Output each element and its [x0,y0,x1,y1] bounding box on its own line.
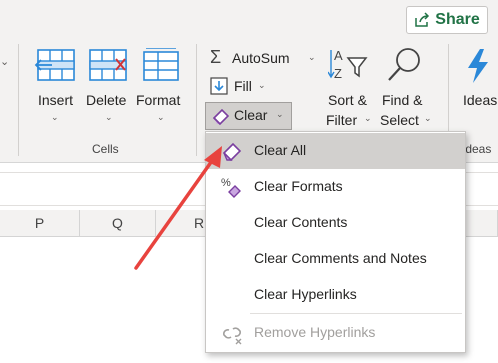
column-header-q[interactable]: Q [80,210,156,237]
svg-text:Z: Z [334,66,342,81]
find-select-button[interactable]: Find & Select ⌄ [378,46,434,130]
group-separator [18,44,19,156]
menu-item-clear-contents[interactable]: Clear Contents [206,205,465,241]
clear-dropdown-menu: Clear All % Clear Formats Clear Contents… [205,131,466,353]
sigma-icon: Σ [210,47,222,67]
ideas-group-label: Ideas [462,142,492,156]
autosum-dropdown-chevron[interactable]: ⌄ [308,52,316,63]
find-select-label-1: Find & [382,92,423,108]
sort-filter-dropdown-chevron[interactable]: ⌄ [364,113,372,124]
menu-item-clear-comments-notes[interactable]: Clear Comments and Notes [206,241,465,277]
format-button[interactable]: Format ⌄ [136,47,186,128]
fill-button[interactable]: Fill ⌄ [208,76,278,98]
find-select-dropdown-chevron[interactable]: ⌄ [424,113,432,124]
menu-item-label: Clear Comments and Notes [254,250,427,266]
menu-item-label: Remove Hyperlinks [254,324,376,340]
menu-item-clear-hyperlinks[interactable]: Clear Hyperlinks [206,277,465,313]
column-header-label: Q [112,215,123,231]
menu-separator [250,313,462,314]
clear-dropdown-chevron[interactable]: ⌄ [276,109,284,120]
format-label: Format [136,92,181,108]
delete-dropdown-chevron[interactable]: ⌄ [105,112,113,123]
column-header-label: P [34,215,45,231]
ideas-button[interactable]: Ideas [458,46,498,130]
column-header-label: R [194,215,205,231]
menu-item-label: Clear All [254,142,307,158]
svg-text:%: % [221,177,231,189]
sort-filter-icon: A Z [328,48,368,81]
format-dropdown-chevron[interactable]: ⌄ [157,112,165,123]
share-icon [415,12,430,27]
autosum-button[interactable]: Σ AutoSum ⌄ [208,47,318,70]
fill-down-icon [210,77,228,95]
delete-button[interactable]: Delete ⌄ [86,48,132,128]
column-header-p[interactable]: P [0,210,80,237]
eraser-icon [212,108,230,126]
delete-label: Delete [86,92,127,108]
group-separator [196,44,197,156]
insert-cells-icon [34,49,75,81]
menu-item-label: Clear Hyperlinks [254,286,357,302]
insert-label: Insert [38,92,74,108]
clear-button[interactable]: Clear ⌄ [205,102,292,130]
menu-item-label: Clear Formats [254,178,343,194]
insert-dropdown-chevron[interactable]: ⌄ [51,112,59,123]
fill-label: Fill [234,78,252,94]
format-cells-icon [143,47,179,81]
share-button[interactable]: Share [406,6,488,34]
search-icon [388,48,420,81]
svg-text:A: A [334,48,343,63]
ideas-label: Ideas [463,92,498,108]
eraser-icon [222,142,242,162]
sort-filter-button[interactable]: A Z Sort & Filter ⌄ [324,46,376,130]
menu-item-clear-all[interactable]: Clear All [206,133,465,169]
scroll-left-chevron[interactable]: ⌄ [0,55,9,68]
menu-item-label: Clear Contents [254,214,348,230]
menu-item-remove-hyperlinks: Remove Hyperlinks [206,315,465,351]
clear-formats-icon: % [221,177,241,198]
autosum-label: AutoSum [232,50,290,66]
find-select-label-2: Select [380,112,419,128]
menu-item-clear-formats[interactable]: % Clear Formats [206,169,465,205]
sort-filter-label-1: Sort & [328,92,367,108]
lightning-icon [468,49,488,83]
clear-label: Clear [234,107,268,123]
cells-group-label: Cells [92,142,119,156]
share-label: Share [435,11,480,28]
insert-button[interactable]: Insert ⌄ [34,48,78,128]
remove-hyperlinks-icon [223,327,242,345]
sort-filter-label-2: Filter [326,112,358,128]
fill-dropdown-chevron[interactable]: ⌄ [258,80,266,91]
delete-cells-icon [89,49,127,81]
